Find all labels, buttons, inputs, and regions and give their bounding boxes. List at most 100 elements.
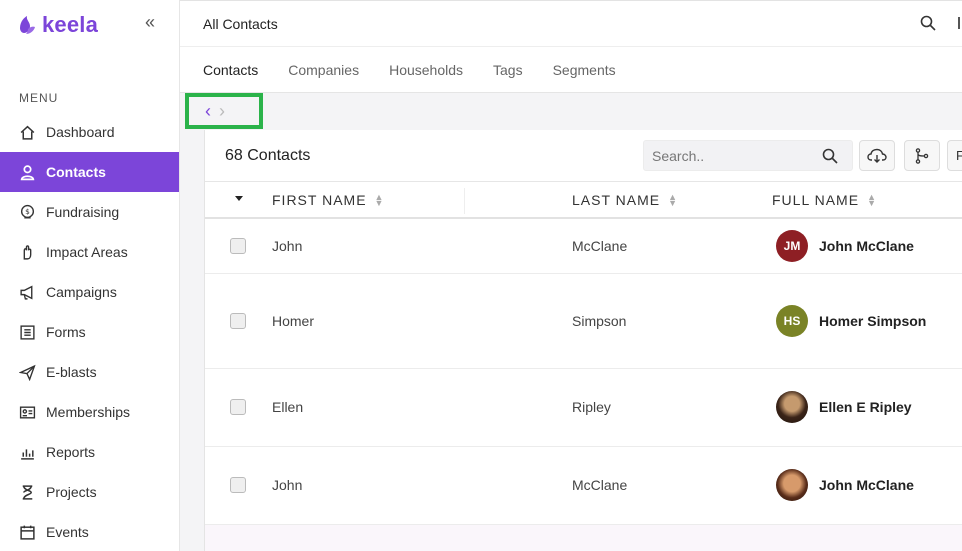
search-input[interactable] [652,147,822,164]
contacts-panel: 68 Contacts F FIRST NAME ▲▼ LAST NAME ▲▼ [204,130,962,551]
sidebar-item-contacts[interactable]: Contacts [0,152,179,192]
global-search-button[interactable] [920,15,936,36]
tab-households[interactable]: Households [389,62,463,78]
sidebar-item-forms[interactable]: Forms [0,312,179,352]
full-name: John McClane [819,477,914,493]
last-name-cell: Simpson [572,313,627,329]
column-label: FULL NAME [772,192,860,208]
last-name-cell: Ripley [572,399,611,415]
sort-icon[interactable]: ▲ ▼ [375,192,385,207]
user-icon [20,164,35,180]
sidebar-item-impact-areas[interactable]: Impact Areas [0,232,179,272]
first-name-cell: Homer [272,313,315,329]
sidebar-item-reports[interactable]: Reports [0,432,179,472]
column-divider[interactable] [464,188,465,214]
calendar-icon [20,525,35,540]
row-checkbox[interactable] [230,399,246,415]
sidebar-item-projects[interactable]: Projects [0,472,179,512]
megaphone-icon [20,285,33,300]
sidebar-item-dashboard[interactable]: Dashboard [0,112,179,152]
chevron-left-icon[interactable]: ‹ [205,102,211,120]
avatar-photo [776,391,808,423]
sidebar-nav: Dashboard Contacts $ Fundraising Impact … [0,112,179,551]
sidebar-item-label: Campaigns [46,284,117,300]
tab-scroll-strip: ‹ › [180,93,962,130]
brand-name: keela [42,12,99,37]
home-icon [20,125,35,140]
export-button[interactable] [859,140,895,171]
svg-text:$: $ [25,207,30,216]
sidebar-item-campaigns[interactable]: Campaigns [0,272,179,312]
sidebar-item-label: Contacts [46,164,106,180]
hand-coin-icon: $ [20,204,35,219]
logo[interactable]: keela [18,12,98,38]
last-name-cell: McClane [572,238,628,254]
select-dropdown-icon[interactable] [235,196,243,201]
full-name: Homer Simpson [819,313,927,329]
topbar: All Contacts [180,0,962,47]
full-name-cell[interactable]: Ellen E Ripley [776,391,912,423]
table-row[interactable]: John McClane JM John McClane [205,219,962,274]
menu-heading: MENU [19,91,59,105]
tab-bar: Contacts Companies Households Tags Segme… [180,47,962,93]
contacts-count: 68 Contacts [225,147,311,164]
sidebar-item-label: Impact Areas [46,244,128,260]
full-name-cell[interactable]: John McClane [776,469,914,501]
hourglass-icon [22,484,33,500]
page-title: All Contacts [203,16,278,32]
table-row[interactable] [205,525,962,551]
sidebar-item-memberships[interactable]: Memberships [0,392,179,432]
sort-icon[interactable]: ▲ ▼ [668,192,678,207]
full-name-cell[interactable]: HS Homer Simpson [776,305,926,337]
table-row[interactable]: Ellen Ripley Ellen E Ripley [205,369,962,447]
table-header: FIRST NAME ▲ ▼ LAST NAME ▲ ▼ FULL NAME ▲ ▼ [205,181,962,219]
row-checkbox[interactable] [230,477,246,493]
column-label: LAST NAME [572,192,661,208]
filter-button[interactable]: F [947,140,962,171]
sidebar-item-eblasts[interactable]: E-blasts [0,352,179,392]
cloud-download-icon [867,148,887,163]
tab-contacts[interactable]: Contacts [203,62,258,78]
table-row[interactable]: John McClane John McClane [205,447,962,525]
table-row[interactable]: Homer Simpson HS Homer Simpson [205,274,962,369]
sidebar-item-events[interactable]: Events [0,512,179,551]
row-checkbox[interactable] [230,313,246,329]
contacts-search [643,140,853,171]
search-icon [920,15,936,31]
column-last-name[interactable]: LAST NAME ▲ ▼ [572,192,678,208]
form-icon [20,324,35,340]
first-name-cell: John [272,477,303,493]
sidebar-item-fundraising[interactable]: $ Fundraising [0,192,179,232]
sort-icon[interactable]: ▲ ▼ [867,192,877,207]
hand-heart-icon [23,244,32,260]
column-full-name[interactable]: FULL NAME ▲ ▼ [772,192,877,208]
row-checkbox[interactable] [230,238,246,254]
sidebar-item-label: Projects [46,484,97,500]
avatar-photo [776,469,808,501]
app-root: keela « MENU Dashboard Contacts $ Fundra… [0,0,962,551]
sidebar-item-label: Fundraising [46,204,120,220]
column-first-name[interactable]: FIRST NAME ▲ ▼ [272,192,384,208]
merge-button[interactable] [904,140,940,171]
more-menu-icon[interactable] [958,17,960,29]
keela-leaf-icon [20,16,35,34]
full-name-cell[interactable]: JM John McClane [776,230,914,262]
last-name-cell: McClane [572,477,628,493]
sidebar-item-label: Reports [46,444,96,460]
collapse-sidebar-icon[interactable]: « [145,12,155,33]
first-name-cell: John [272,238,303,254]
avatar: JM [776,230,808,262]
chevron-right-icon[interactable]: › [219,102,225,120]
full-name: Ellen E Ripley [819,399,912,415]
sidebar-item-label: Memberships [46,404,131,420]
full-name: John McClane [819,238,914,254]
tab-tags[interactable]: Tags [493,62,523,78]
tab-scroll-controls: ‹ › [185,93,263,129]
search-icon[interactable] [822,148,838,164]
column-label: FIRST NAME [272,192,367,208]
bar-chart-icon [21,448,34,460]
git-merge-icon [915,147,929,164]
tab-segments[interactable]: Segments [553,62,616,78]
sidebar-item-label: Forms [46,324,86,340]
tab-companies[interactable]: Companies [288,62,359,78]
